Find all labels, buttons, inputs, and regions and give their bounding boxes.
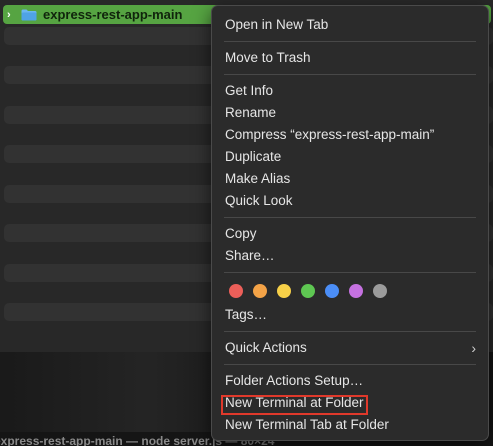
desktop-screen: › express-rest-app-main express-rest-app… xyxy=(0,0,493,446)
menu-item-quick-look[interactable]: Quick Look xyxy=(212,190,488,212)
menu-item-tags[interactable]: Tags… xyxy=(212,304,488,326)
menu-item-share[interactable]: Share… xyxy=(212,245,488,267)
tag-color-dot[interactable] xyxy=(253,284,267,298)
menu-separator xyxy=(224,217,476,218)
tag-color-dot[interactable] xyxy=(229,284,243,298)
tag-color-dot[interactable] xyxy=(301,284,315,298)
menu-separator xyxy=(224,331,476,332)
menu-separator xyxy=(224,41,476,42)
tag-color-row xyxy=(212,278,488,304)
menu-item-open-in-new-tab[interactable]: Open in New Tab xyxy=(212,14,488,36)
menu-item-duplicate[interactable]: Duplicate xyxy=(212,146,488,168)
menu-item-new-terminal-at-folder[interactable]: New Terminal at Folder xyxy=(212,392,488,414)
menu-item-rename[interactable]: Rename xyxy=(212,102,488,124)
chevron-right-icon: › xyxy=(471,340,476,356)
menu-item-compress[interactable]: Compress “express-rest-app-main” xyxy=(212,124,488,146)
menu-item-quick-actions[interactable]: Quick Actions › xyxy=(212,337,488,359)
menu-separator xyxy=(224,364,476,365)
disclosure-chevron-icon[interactable]: › xyxy=(7,9,17,21)
menu-item-copy[interactable]: Copy xyxy=(212,223,488,245)
menu-item-make-alias[interactable]: Make Alias xyxy=(212,168,488,190)
menu-separator xyxy=(224,272,476,273)
tag-color-dot[interactable] xyxy=(373,284,387,298)
menu-item-quick-actions-label: Quick Actions xyxy=(225,340,307,355)
menu-item-new-terminal-tab-at-folder[interactable]: New Terminal Tab at Folder xyxy=(212,414,488,436)
menu-item-move-to-trash[interactable]: Move to Trash xyxy=(212,47,488,69)
tag-color-dot[interactable] xyxy=(349,284,363,298)
menu-separator xyxy=(224,74,476,75)
tag-color-dot[interactable] xyxy=(325,284,339,298)
tag-color-dot[interactable] xyxy=(277,284,291,298)
folder-icon xyxy=(21,9,37,21)
context-menu: Open in New Tab Move to Trash Get Info R… xyxy=(211,5,489,441)
menu-item-get-info[interactable]: Get Info xyxy=(212,80,488,102)
selected-folder-name: express-rest-app-main xyxy=(43,7,183,22)
menu-item-folder-actions-setup[interactable]: Folder Actions Setup… xyxy=(212,370,488,392)
